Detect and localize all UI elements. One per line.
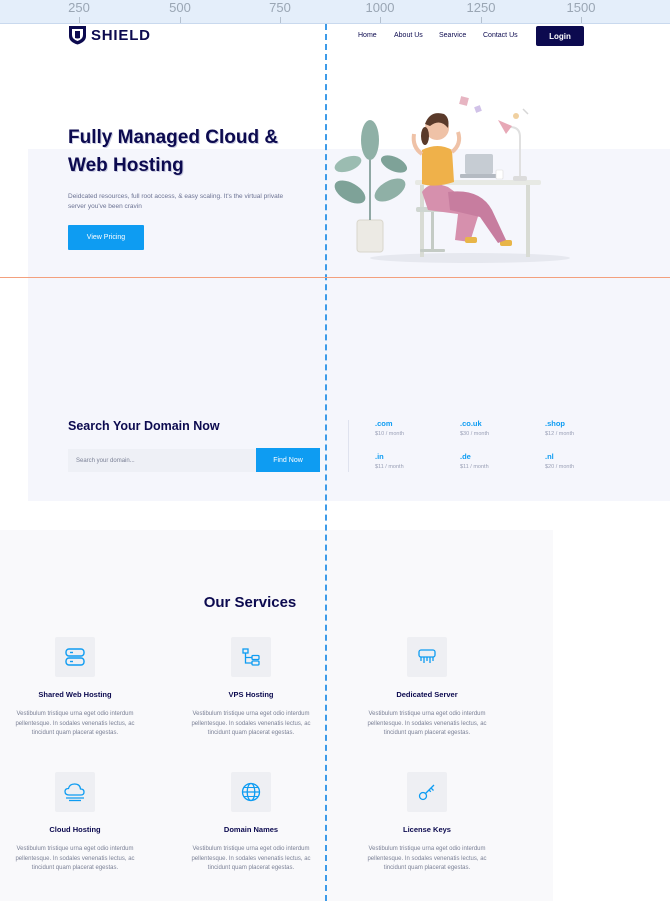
find-now-button[interactable]: Find Now — [256, 448, 320, 472]
service-description: Vestibulum tristique urna eget odio inte… — [352, 845, 502, 874]
service-description-line: tincidunt quam placerat egestas. — [383, 730, 471, 736]
service-title: Dedicated Server — [396, 690, 458, 699]
service-description-line: pellentesque. In sodales venenatis lectu… — [15, 855, 135, 862]
service-description-line: Vestibulum tristique urna eget odio inte… — [16, 846, 134, 852]
service-description-line: Vestibulum tristique urna eget odio inte… — [16, 711, 134, 717]
domain-search-input[interactable]: Search your domain... — [68, 449, 256, 472]
service-description: Vestibulum tristique urna eget odio inte… — [176, 845, 326, 874]
services-heading: Our Services — [203, 594, 297, 611]
network-tree-icon — [231, 637, 271, 677]
vertical-guide-line[interactable] — [325, 24, 327, 901]
service-description: Vestibulum tristique urna eget odio inte… — [352, 710, 502, 739]
service-description-line: tincidunt quam placerat egestas. — [207, 730, 295, 736]
ruler-tick — [581, 17, 582, 23]
service-card[interactable]: Shared Web Hosting Vestibulum tristique … — [0, 637, 150, 739]
tld-item: .in $11 / month — [375, 452, 404, 470]
ruler-label: 1250 — [466, 0, 496, 15]
tld-price: $10 / month — [375, 431, 405, 437]
ruler-label: 500 — [169, 0, 191, 15]
service-description-line: pellentesque. In sodales venenatis lectu… — [191, 720, 311, 727]
service-description-line: Vestibulum tristique urna eget odio inte… — [368, 846, 486, 852]
service-description-line: pellentesque. In sodales venenatis lectu… — [191, 855, 311, 862]
key-icon — [407, 772, 447, 812]
tld-name: .co.uk — [460, 419, 482, 428]
hero-description: Deidcated resources, full root access, &… — [68, 193, 284, 210]
service-description-line: pellentesque. In sodales venenatis lectu… — [15, 720, 135, 727]
service-card[interactable]: Domain Names Vestibulum tristique urna e… — [176, 772, 326, 874]
service-description: Vestibulum tristique urna eget odio inte… — [0, 710, 150, 739]
tld-name: .in — [375, 452, 384, 461]
service-description-line: pellentesque. In sodales venenatis lectu… — [367, 855, 487, 862]
tld-price: $30 / month — [460, 431, 490, 437]
ruler-tick — [79, 17, 80, 23]
service-title: License Keys — [403, 825, 451, 834]
service-description-line: pellentesque. In sodales venenatis lectu… — [367, 720, 487, 727]
cloud-icon — [55, 772, 95, 812]
service-description-line: tincidunt quam placerat egestas. — [31, 865, 119, 871]
divider — [348, 420, 349, 472]
ruler-tick — [380, 17, 381, 23]
nav-home-link[interactable]: Home — [358, 32, 377, 39]
ruler-tick — [481, 17, 482, 23]
service-description: Vestibulum tristique urna eget odio inte… — [0, 845, 150, 874]
tld-item: .co.uk $30 / month — [460, 419, 489, 437]
service-description-line: tincidunt quam placerat egestas. — [383, 865, 471, 871]
hero-title: Fully Managed Cloud & Web Hosting — [68, 124, 328, 180]
tld-price: $11 / month — [375, 464, 404, 470]
tld-name: .com — [375, 419, 393, 428]
service-description-line: Vestibulum tristique urna eget odio inte… — [192, 711, 310, 717]
service-title: Domain Names — [223, 825, 279, 834]
service-card[interactable]: VPS Hosting Vestibulum tristique urna eg… — [176, 637, 326, 739]
service-description: Vestibulum tristique urna eget odio inte… — [176, 710, 326, 739]
hero-title-line: Web Hosting — [68, 155, 184, 176]
tld-item: .nl $20 / month — [545, 452, 574, 470]
service-description-line: Vestibulum tristique urna eget odio inte… — [192, 846, 310, 852]
ruler-tick — [280, 17, 281, 23]
tld-name: .nl — [545, 452, 554, 461]
nav-service-link[interactable]: Searvice — [439, 32, 466, 39]
service-card[interactable]: License Keys Vestibulum tristique urna e… — [352, 772, 502, 874]
tld-price: $12 / month — [545, 431, 575, 437]
ruler-label: 250 — [68, 0, 90, 15]
hero-title-line: Fully Managed Cloud & — [68, 127, 279, 148]
canvas-ruler: 250 500 750 1000 1250 1500 — [0, 0, 670, 24]
service-title: VPS Hosting — [228, 690, 274, 699]
domain-search-title: Search Your Domain Now — [68, 419, 220, 433]
server-icon — [55, 637, 95, 677]
view-pricing-button[interactable]: View Pricing — [68, 225, 144, 250]
tld-item: .de $11 / month — [460, 452, 489, 470]
service-card[interactable]: Cloud Hosting Vestibulum tristique urna … — [0, 772, 150, 874]
service-card[interactable]: Dedicated Server Vestibulum tristique ur… — [352, 637, 502, 739]
woman-at-desk-illustration — [334, 96, 570, 263]
tld-name: .de — [460, 452, 471, 461]
service-title: Shared Web Hosting — [38, 690, 112, 699]
ruler-label: 750 — [269, 0, 291, 15]
login-button[interactable]: Login — [536, 26, 584, 46]
service-description-line: tincidunt quam placerat egestas. — [207, 865, 295, 871]
tld-name: .shop — [545, 419, 565, 428]
nav-contact-link[interactable]: Contact Us — [483, 32, 518, 39]
tld-price: $20 / month — [545, 464, 575, 470]
ruler-label: 1500 — [566, 0, 596, 15]
nav-about-link[interactable]: About Us — [394, 32, 423, 39]
service-description-line: tincidunt quam placerat egestas. — [31, 730, 119, 736]
tld-price: $11 / month — [460, 464, 489, 470]
horizontal-guide-line[interactable] — [0, 277, 670, 278]
dedicated-server-icon — [407, 637, 447, 677]
shield-logo-icon — [69, 26, 86, 45]
globe-icon — [231, 772, 271, 812]
tld-item: .com $10 / month — [375, 419, 404, 437]
service-title: Cloud Hosting — [49, 825, 101, 834]
service-description-line: Vestibulum tristique urna eget odio inte… — [368, 711, 486, 717]
tld-item: .shop $12 / month — [545, 419, 574, 437]
ruler-tick — [180, 17, 181, 23]
brand-logo[interactable]: SHIELD — [68, 25, 151, 45]
ruler-label: 1000 — [365, 0, 395, 15]
brand-name: SHIELD — [91, 26, 151, 44]
